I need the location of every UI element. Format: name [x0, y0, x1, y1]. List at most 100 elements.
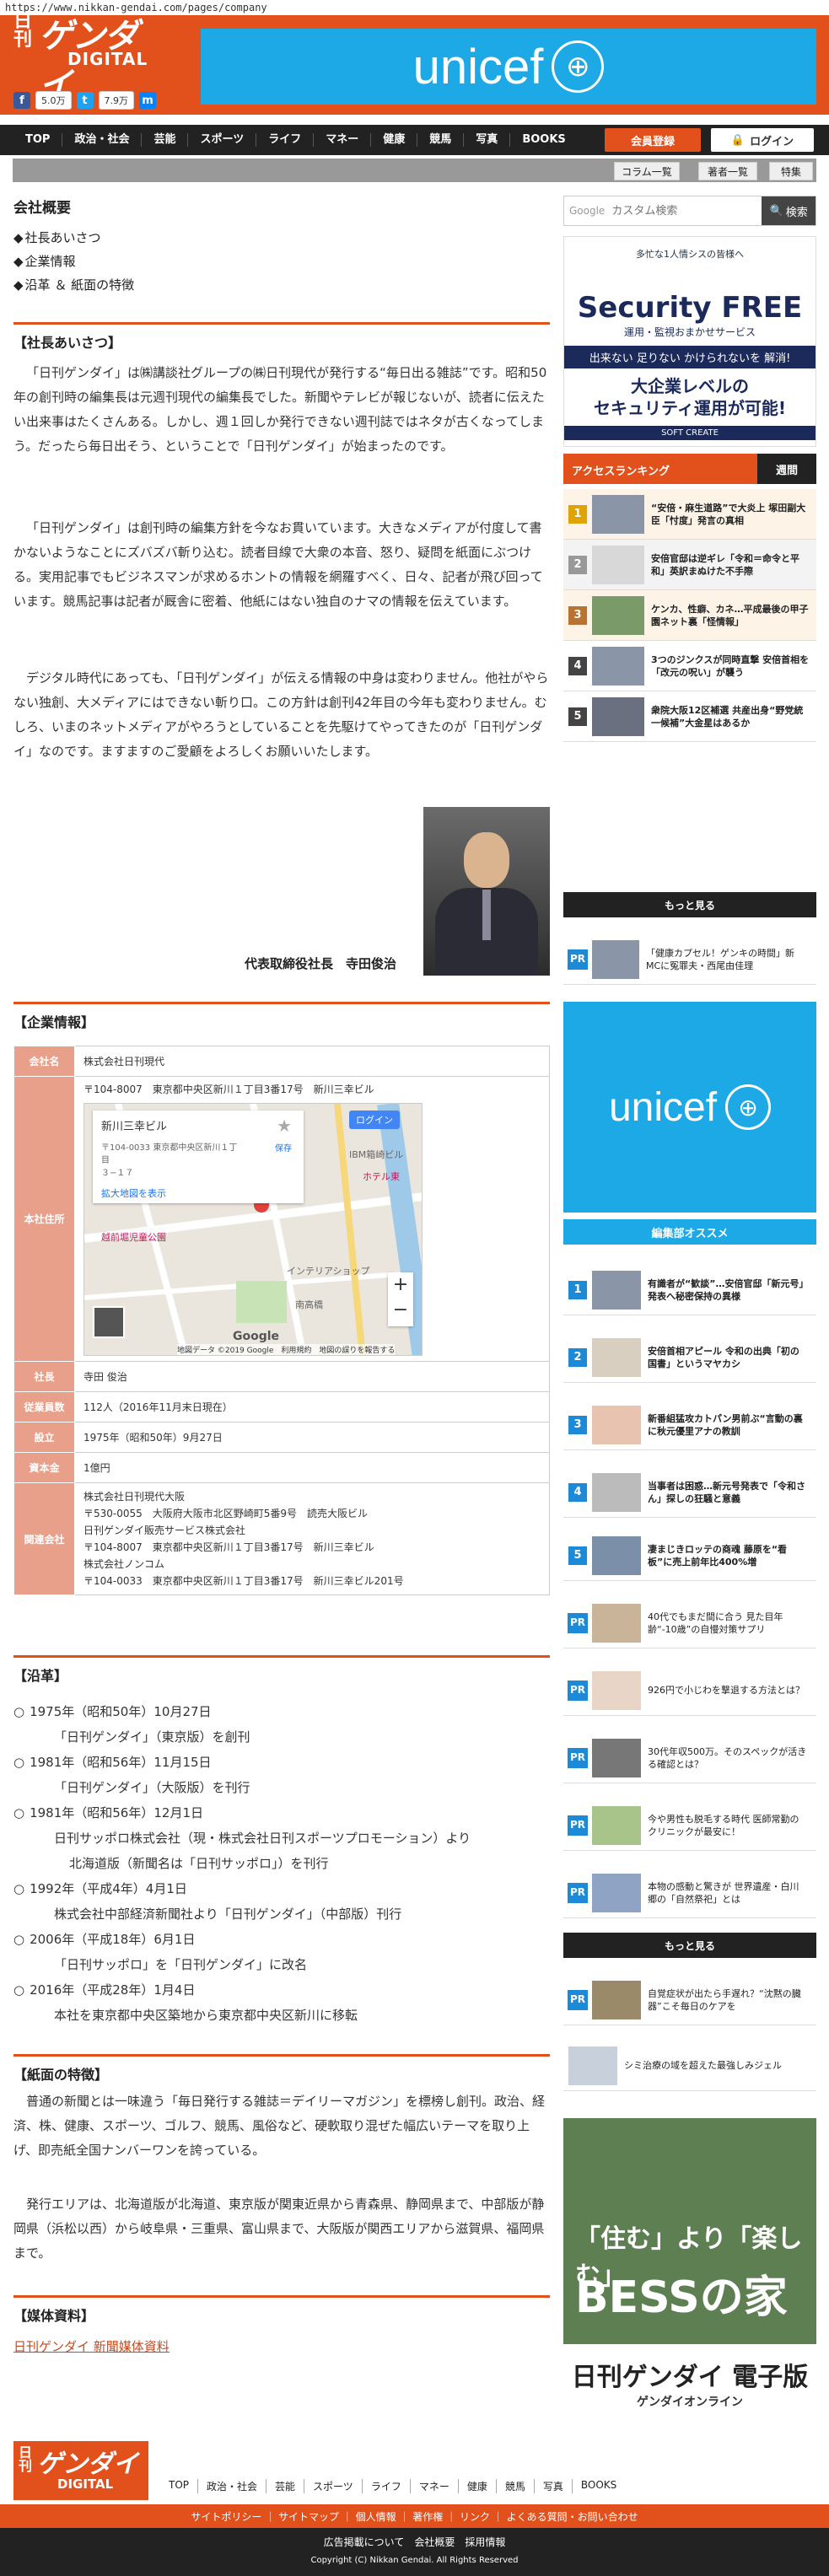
unicef-side-text: unicef: [608, 1084, 718, 1130]
pr-item[interactable]: PR 本物の感動と驚きが 世界遺産・白川郷の「自然祭祀」とは: [563, 1868, 816, 1918]
list-item[interactable]: 2 安倍官邸は逆ギレ「令和＝命令と平和」英訳まぬけた不手際: [563, 540, 816, 590]
media-kit-link[interactable]: 日刊ゲンダイ 新聞媒体資料: [13, 2337, 170, 2355]
feature-button[interactable]: 特集: [769, 162, 813, 180]
footer-nav-item[interactable]: 政治・社会: [198, 2479, 267, 2493]
tab-access-ranking[interactable]: アクセスランキング: [563, 454, 757, 484]
messenger-icon[interactable]: m: [139, 92, 156, 109]
nav-top[interactable]: TOP: [13, 133, 63, 147]
map-login-button[interactable]: ログイン: [349, 1111, 400, 1129]
list-item[interactable]: 3 新番組猛攻カトパン男前ぶ“言動の裏に秋元優里アナの教訓: [563, 1400, 816, 1450]
map-save[interactable]: 保存: [275, 1141, 292, 1154]
author-list-button[interactable]: 著者一覧: [698, 162, 757, 180]
ranking-more-button[interactable]: もっと見る: [563, 892, 816, 917]
column-list-button[interactable]: コラム一覧: [614, 162, 680, 180]
toc: 社長あいさつ 企業情報 沿革 ＆ 紙面の特徴: [13, 226, 135, 297]
list-item[interactable]: 1 “安倍・麻生道路”で大炎上 塚田副大臣「忖度」発言の真相: [563, 489, 816, 540]
lock-icon: 🔒: [730, 133, 746, 147]
nav-keiba[interactable]: 競馬: [417, 133, 465, 147]
footer-nav-item[interactable]: 競馬: [497, 2479, 535, 2493]
unicef-side-ad[interactable]: unicef ⊕: [563, 1002, 816, 1213]
media-heading: 【媒体資料】: [13, 2295, 550, 2325]
google-map[interactable]: 新川三幸ビル 〒104-0033 東京都中央区新川１丁目 ３−１７ 拡大地図を表…: [83, 1103, 423, 1356]
history-year: 2016年（平成28年）1月4日: [13, 1977, 550, 2003]
nav-books[interactable]: BOOKS: [510, 133, 577, 147]
list-item[interactable]: 2 安倍首相アピール 令和の出典「初の国書」というマヤカシ: [563, 1332, 816, 1383]
toc-greeting[interactable]: 社長あいさつ: [13, 226, 134, 250]
toc-company[interactable]: 企業情報: [13, 250, 134, 273]
toc-history[interactable]: 沿革 ＆ 紙面の特徴: [13, 273, 135, 297]
rank-thumb: [592, 545, 644, 584]
nav-entertainment[interactable]: 芸能: [142, 133, 189, 147]
register-button[interactable]: 会員登録: [605, 128, 701, 152]
history-event: 「日刊ゲンダイ」（東京版）を創刊: [54, 1729, 250, 1745]
google-label: Google: [569, 205, 606, 217]
list-item[interactable]: 4 3つのジンクスが同時直撃 安倍首相を「改元の呪い」が襲う: [563, 641, 816, 691]
map-zoom[interactable]: + −: [388, 1272, 413, 1326]
footer-nav-item[interactable]: BOOKS: [573, 2479, 625, 2493]
list-item[interactable]: 3 ケンカ、性癖、カネ…平成最後の甲子園ネット裏「怪情報」: [563, 590, 816, 641]
footer-corporate-links[interactable]: 広告掲載について 会社概要 採用情報: [0, 2535, 829, 2549]
rec-title: 凄まじきロッテの商魂 藤原を“看板”に売上前年比400%増: [648, 1543, 788, 1568]
list-item[interactable]: 5 衆院大阪12区補選 共産出身“野党統一候補”大金星はあるか: [563, 691, 816, 742]
securityfree-ad[interactable]: 多忙な1人情シスの皆様へ Security FREE 運用・監視おまかせサービス…: [563, 236, 816, 447]
map-enlarge-link[interactable]: 拡大地図を表示: [101, 1186, 295, 1200]
pr-item[interactable]: PR 今や男性も脱毛する時代 医師常勤のクリニックが最安に！: [563, 1800, 816, 1851]
star-icon[interactable]: ★: [277, 1116, 292, 1136]
site-logo[interactable]: 日刊 ゲンダイ DIGITAL: [13, 8, 170, 105]
ceo-name: 代表取締役社長 寺田俊治: [245, 956, 397, 971]
rec-thumb: [592, 1472, 641, 1512]
pr-item[interactable]: シミ治療の域を超えた最強しみジェル: [563, 2041, 816, 2091]
nav-health[interactable]: 健康: [371, 133, 418, 147]
table-row: 本社住所 〒104-8007 東京都中央区新川１丁目3番17号 新川三幸ビル 新…: [13, 1076, 550, 1362]
login-button[interactable]: 🔒 ログイン: [711, 128, 814, 152]
footer-nav-item[interactable]: 健康: [459, 2479, 497, 2493]
ad-line: 多忙な1人情シスの皆様へ: [636, 249, 744, 260]
footer-nav-item[interactable]: TOP: [160, 2479, 199, 2493]
facebook-count: 5.0万: [35, 91, 72, 110]
unicef-banner-text: unicef: [412, 39, 544, 94]
greeting-heading: 【社長あいさつ】: [13, 322, 550, 352]
nav-money[interactable]: マネー: [314, 133, 372, 147]
zoom-out-icon[interactable]: −: [388, 1298, 413, 1323]
search-input[interactable]: [605, 196, 762, 225]
rec-title: 有識者が“歓談”…安倍官邸「新元号」発表へ秘密保持の異様: [648, 1277, 804, 1302]
footer-nav-item[interactable]: スポーツ: [304, 2479, 363, 2493]
rank-thumb: [592, 696, 644, 736]
footer-links[interactable]: サイトポリシー ｜ サイトマップ ｜ 個人情報 ｜ 著作権 ｜ リンク ｜ よく…: [0, 2504, 829, 2528]
company-heading: 【企業情報】: [13, 1002, 550, 1031]
recommend-more-button[interactable]: もっと見る: [563, 1933, 816, 1958]
greeting-para-3: デジタル時代にあっても、「日刊ゲンダイ」が伝える情報の中身は変わりません。他社が…: [13, 670, 549, 759]
map-satellite-toggle[interactable]: [93, 1306, 125, 1338]
rec-thumb: [592, 1535, 641, 1575]
footer-logo[interactable]: 日刊 ゲンダイ DIGITAL: [13, 2441, 148, 2500]
pr-title: 926円で小じわを撃退する方法とは？: [648, 1685, 805, 1696]
tab-weekly[interactable]: 週間: [757, 454, 816, 484]
nav-life[interactable]: ライフ: [256, 133, 315, 147]
nav-sports[interactable]: スポーツ: [188, 133, 257, 147]
nav-photo[interactable]: 写真: [464, 133, 511, 147]
pr-item[interactable]: PR 40代でもまだ間に合う 見た目年齢“-10歳”の自慢対策サプリ: [563, 1598, 816, 1648]
footer-nav-item[interactable]: マネー: [411, 2479, 459, 2493]
footer-nav-item[interactable]: 写真: [535, 2479, 573, 2493]
pr-item[interactable]: PR 自覚症状が出たら手遅れ？“沈黙の臓器”こそ毎日のケアを: [563, 1975, 816, 2025]
gendai-online-ad[interactable]: 日刊ゲンダイ 電子版 ゲンダイオンライン: [563, 2344, 816, 2430]
rec-number: 4: [568, 1482, 587, 1502]
twitter-icon[interactable]: t: [76, 92, 94, 109]
pr-item[interactable]: PR 926円で小じわを撃退する方法とは？: [563, 1665, 816, 1716]
footer-nav-item[interactable]: ライフ: [363, 2479, 411, 2493]
pr-item[interactable]: PR 「健康カプセル！ゲンキの時間」新MCに冤罪夫・西尾由佳理: [563, 934, 816, 985]
bess-ad[interactable]: 「住む」より「楽しむ」 BESSの家 日刊ゲンダイ 電子版 ゲンダイオンライン: [563, 2118, 816, 2430]
pr-thumb: [592, 939, 639, 979]
footer-nav-item[interactable]: 芸能: [266, 2479, 305, 2493]
search-button[interactable]: 🔍 検索: [762, 196, 816, 225]
main-nav: TOP 政治・社会 芸能 スポーツ ライフ マネー 健康 競馬 写真 BOOKS: [0, 125, 829, 155]
zoom-in-icon[interactable]: +: [388, 1272, 413, 1298]
nav-politics[interactable]: 政治・社会: [62, 133, 143, 147]
facebook-icon[interactable]: f: [13, 92, 30, 109]
pr-item[interactable]: PR 30代年収500万。そのスペックが活きる確認とは？: [563, 1733, 816, 1783]
list-item[interactable]: 4 当事者は困惑…新元号発表で「令和さん」探しの狂騒と意義: [563, 1467, 816, 1518]
list-item[interactable]: 5 凄まじきロッテの商魂 藤原を“看板”に売上前年比400%増: [563, 1530, 816, 1581]
list-item[interactable]: 1 有識者が“歓談”…安倍官邸「新元号」発表へ秘密保持の異様: [563, 1265, 816, 1315]
related-line: 〒104-8007 東京都中央区新川１丁目3番17号 新川三幸ビル: [83, 1541, 374, 1553]
unicef-banner-ad[interactable]: unicef ⊕: [201, 29, 816, 105]
